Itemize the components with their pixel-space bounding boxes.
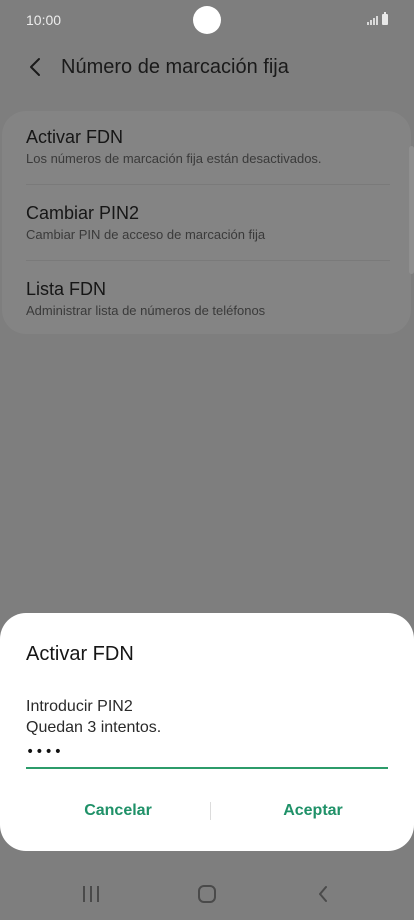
settings-item-title: Lista FDN [26,279,107,299]
cancel-button[interactable]: Cancelar [28,793,208,829]
settings-item-subtitle: Los números de marcación fija están desa… [26,151,322,166]
signal-icon [367,15,378,25]
page-title: Número de marcación fija [61,56,289,78]
accept-button[interactable]: Aceptar [223,793,403,829]
status-bar: 10:00 [0,0,414,40]
battery-icon [382,12,388,25]
nav-back-button[interactable] [301,876,345,912]
divider [26,260,390,261]
back-button[interactable] [20,52,50,82]
button-divider [210,802,211,820]
pin2-input[interactable] [26,737,388,769]
settings-item-activar-fdn[interactable]: Activar FDN Los números de marcación fij… [26,126,396,167]
divider [26,184,390,185]
dialog-buttons: Cancelar Aceptar [0,793,414,829]
settings-item-title: Cambiar PIN2 [26,203,140,223]
attempts-remaining: Quedan 3 intentos. [26,719,162,736]
settings-item-subtitle: Cambiar PIN de acceso de marcación fija [26,227,266,242]
chevron-left-icon [30,58,40,76]
title-bar: Número de marcación fija [0,44,414,90]
back-icon [319,886,327,902]
camera-cutout [193,6,221,34]
status-icons [367,12,388,25]
recents-icon [83,886,99,902]
dialog-prompt: Introducir PIN2 Quedan 3 intentos. [26,696,161,738]
home-button[interactable] [185,876,229,912]
status-time: 10:00 [26,12,62,28]
pin-prompt-label: Introducir PIN2 [26,698,133,715]
scrollbar[interactable] [409,146,414,274]
settings-item-title: Activar FDN [26,127,124,147]
settings-list: Activar FDN Los números de marcación fij… [2,111,411,334]
settings-item-subtitle: Administrar lista de números de teléfono… [26,303,266,318]
home-icon [198,885,216,903]
settings-item-cambiar-pin2[interactable]: Cambiar PIN2 Cambiar PIN de acceso de ma… [26,202,396,243]
dialog-title: Activar FDN [26,643,134,665]
recents-button[interactable] [69,876,113,912]
settings-item-lista-fdn[interactable]: Lista FDN Administrar lista de números d… [26,278,396,319]
navigation-bar [0,862,414,920]
pin-dialog: Activar FDN Introducir PIN2 Quedan 3 int… [0,613,414,851]
